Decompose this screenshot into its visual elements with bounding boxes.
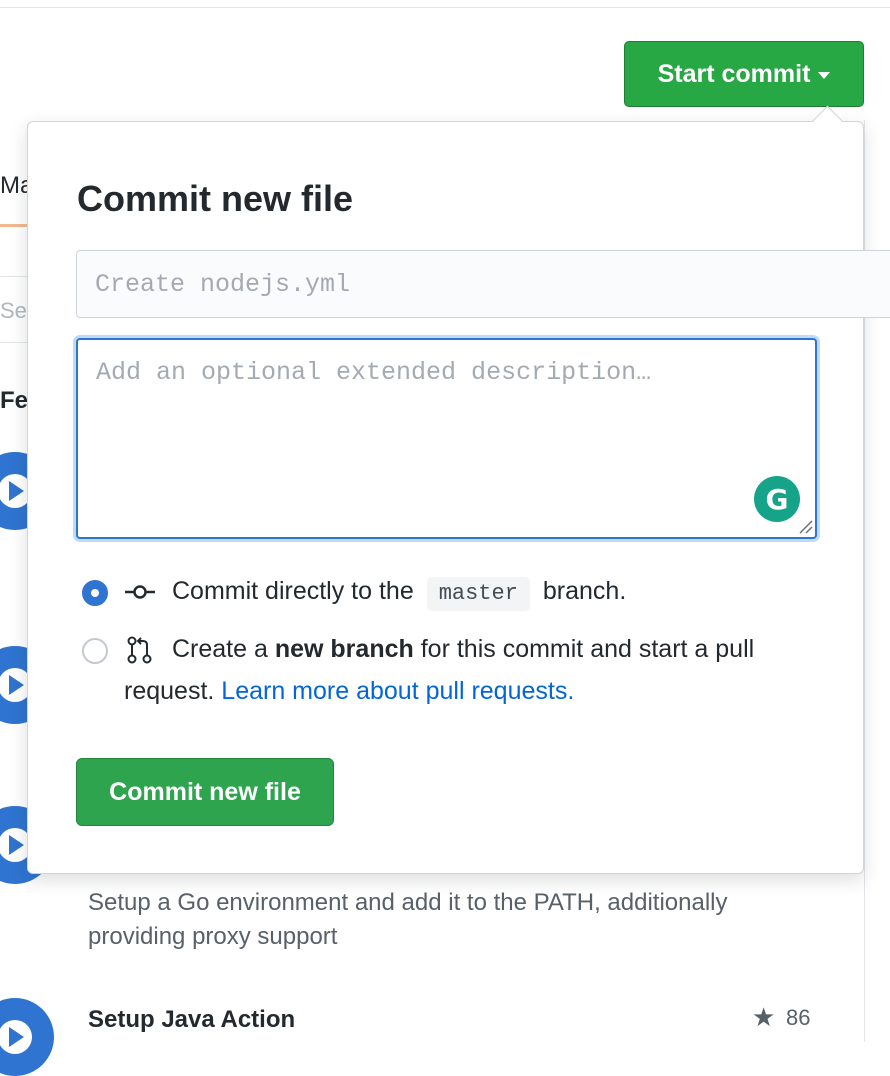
play-circle-icon[interactable] [0,998,54,1076]
tab-marketplace[interactable]: Marketplace [0,172,28,200]
marketplace-search-input[interactable]: Search [0,298,28,324]
commit-dialog-title: Commit new file [77,178,354,219]
divider [0,276,28,277]
start-commit-button[interactable]: Start commit [624,41,864,107]
radio-commit-direct[interactable] [82,580,108,606]
branch-name-badge: master [426,577,530,611]
option-new-branch-line2-text: request. [124,677,215,705]
option-new-branch-line2: request. Learn more about pull requests. [124,670,574,712]
resize-handle-icon[interactable] [797,518,813,534]
git-commit-icon [125,585,155,599]
grammarly-icon[interactable]: G [754,476,800,522]
option-new-branch-line1[interactable]: Create a new branch for this commit and … [172,628,754,670]
caret-down-icon [818,72,831,79]
learn-more-pull-requests-link[interactable]: Learn more about pull requests. [221,677,574,705]
star-icon: ★ [752,1002,776,1032]
star-count: 86 [786,1005,811,1030]
git-pull-request-icon [127,636,152,664]
tab-underline [0,224,28,227]
featured-heading: Featured [0,387,28,414]
divider [0,342,28,343]
option-direct-suffix: branch. [542,577,627,605]
commit-new-file-button[interactable]: Commit new file [76,758,334,826]
top-border [0,0,890,8]
radio-new-branch[interactable] [82,638,108,664]
commit-description-textarea[interactable] [76,338,817,539]
option-new-branch-prefix: Create a [172,635,268,663]
option-direct-prefix: Commit directly to the [172,577,414,605]
commit-summary-input[interactable] [76,250,890,318]
action-description: Setup a Go environment and add it to the… [88,889,728,950]
action-title[interactable]: Setup Java Action [88,1006,295,1034]
option-commit-direct-label[interactable]: Commit directly to the master branch. [172,570,626,612]
start-commit-label: Start commit [657,59,811,88]
option-new-branch-bold: new branch [274,635,414,663]
option-new-branch-middle: for this commit and start a pull [420,635,755,663]
